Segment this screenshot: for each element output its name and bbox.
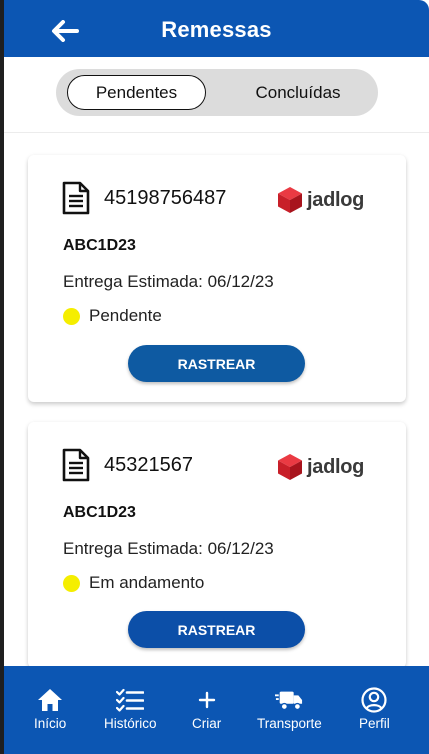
- tracking-number: 45198756487: [104, 187, 227, 209]
- status-row: Em andamento: [63, 573, 204, 593]
- app-screen: Remessas Pendentes Concluídas 4519875648…: [4, 0, 429, 754]
- shipment-card: 45198756487 jadlog ABC1D23 Entrega Estim…: [28, 155, 406, 402]
- user-circle-icon: [360, 686, 388, 714]
- shipment-card: 45321567 jadlog ABC1D23 Entrega Estimada…: [28, 422, 406, 668]
- nav-label: Perfil: [359, 716, 390, 731]
- tab-concluidas[interactable]: Concluídas: [224, 75, 372, 110]
- nav-label: Início: [34, 716, 67, 731]
- bottom-navigation: Início Histórico Criar Transporte Perfil: [4, 666, 429, 754]
- nav-label: Criar: [192, 716, 222, 731]
- jadlog-cube-icon: [278, 454, 302, 480]
- delivery-estimate: Entrega Estimada: 06/12/23: [63, 272, 274, 291]
- status-dot: [63, 574, 80, 592]
- carrier-logo: jadlog: [277, 453, 364, 481]
- checklist-icon: [116, 686, 145, 714]
- plus-icon: [193, 686, 221, 714]
- nav-transporte[interactable]: Transporte: [257, 686, 322, 731]
- carrier-name: jadlog: [307, 188, 365, 211]
- track-button[interactable]: RASTREAR: [128, 345, 305, 382]
- nav-criar[interactable]: Criar: [192, 686, 221, 731]
- status-label: Em andamento: [89, 573, 205, 592]
- status-row: Pendente: [63, 306, 162, 326]
- status-tabs: Pendentes Concluídas: [56, 69, 378, 116]
- shipment-code: ABC1D23: [63, 504, 136, 521]
- document-icon: [62, 448, 90, 482]
- page-title: Remessas: [161, 17, 272, 42]
- track-button[interactable]: RASTREAR: [128, 611, 305, 648]
- carrier-logo: jadlog: [277, 186, 364, 214]
- nav-historico[interactable]: Histórico: [104, 686, 157, 731]
- document-icon: [62, 181, 90, 215]
- status-dot: [63, 307, 80, 325]
- carrier-name: jadlog: [307, 455, 365, 478]
- shipment-code: ABC1D23: [63, 237, 136, 254]
- nav-perfil[interactable]: Perfil: [359, 686, 390, 731]
- truck-icon: [275, 686, 303, 714]
- nav-label: Transporte: [257, 716, 322, 731]
- nav-inicio[interactable]: Início: [34, 686, 66, 731]
- top-app-bar: Remessas: [4, 0, 429, 57]
- status-label: Pendente: [89, 306, 162, 325]
- delivery-estimate: Entrega Estimada: 06/12/23: [63, 539, 274, 558]
- nav-label: Histórico: [104, 716, 157, 731]
- jadlog-cube-icon: [278, 187, 302, 213]
- home-icon: [36, 686, 64, 714]
- tab-pendentes[interactable]: Pendentes: [67, 75, 206, 110]
- tracking-number: 45321567: [104, 454, 193, 476]
- divider: [4, 132, 429, 133]
